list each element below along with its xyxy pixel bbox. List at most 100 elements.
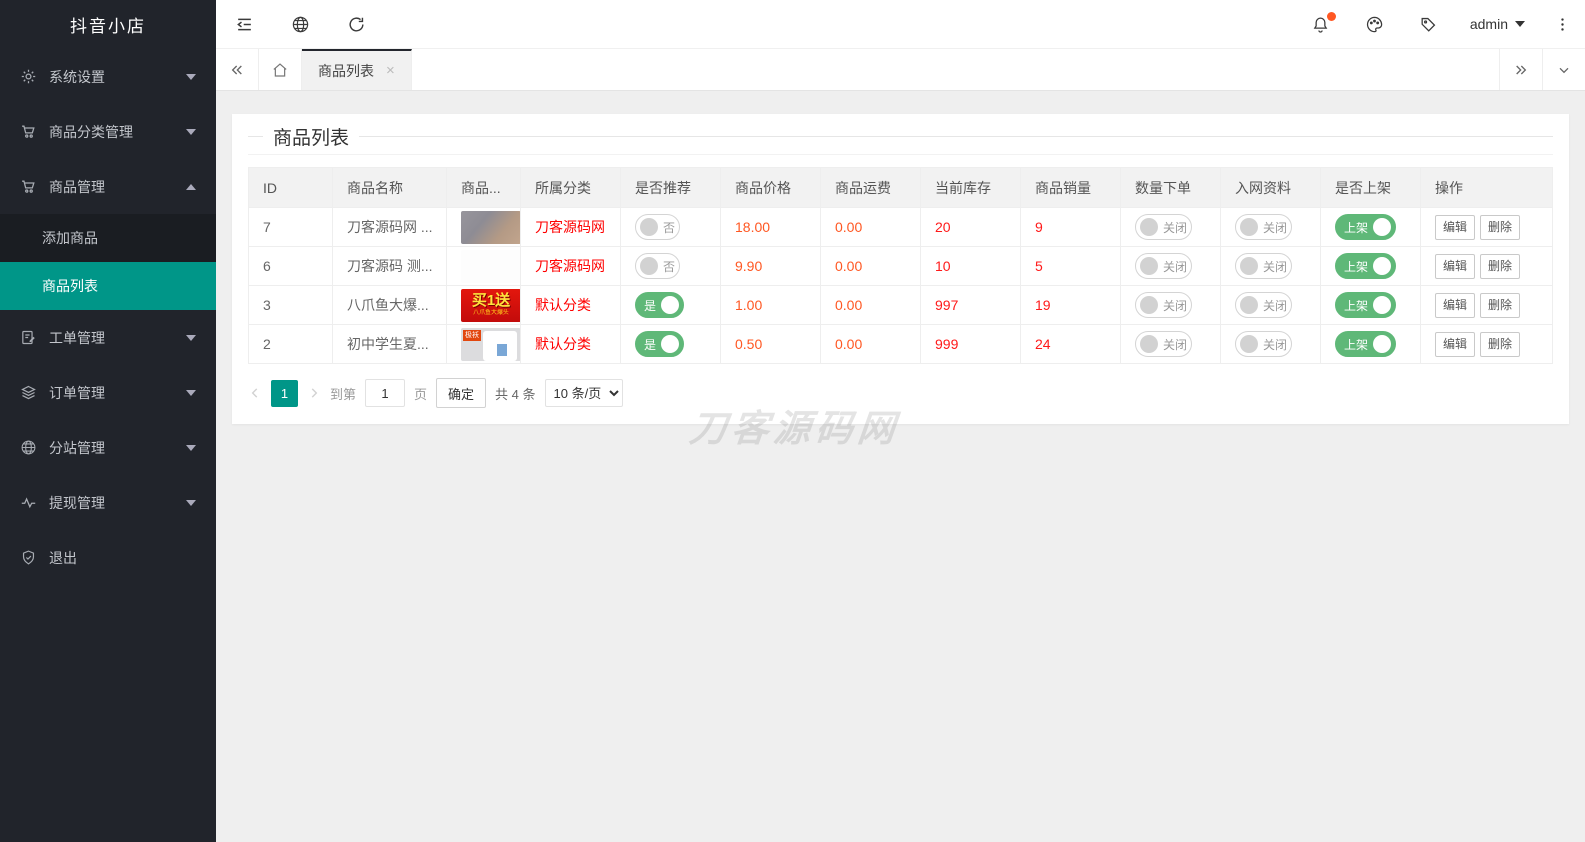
net-info-toggle[interactable]: 关闭 [1235,331,1292,357]
column-header-9: 数量下单 [1121,168,1221,208]
sidebar-item-label: 提现管理 [49,493,186,513]
sidebar-item-7[interactable]: 退出 [0,530,216,585]
cell-quantity-order: 关闭 [1121,286,1221,325]
tabs-menu-chevron-down-icon[interactable] [1542,49,1585,90]
more-options-kebab-icon[interactable] [1539,0,1585,48]
promo-image-subtext: 八爪鱼大爆头 [473,309,509,317]
toggle-knob [1140,218,1158,236]
globe-icon[interactable] [272,0,328,48]
work-order-icon [20,329,37,346]
quantity-order-toggle[interactable]: 关闭 [1135,292,1192,318]
cell-image [447,208,521,247]
cell-quantity-order: 关闭 [1121,247,1221,286]
net-info-toggle[interactable]: 关闭 [1235,292,1292,318]
edit-button[interactable]: 编辑 [1435,254,1475,279]
sidebar-subitem-2-0[interactable]: 添加商品 [0,214,216,262]
toggle-knob [1240,335,1258,353]
edit-button[interactable]: 编辑 [1435,293,1475,318]
edit-button[interactable]: 编辑 [1435,332,1475,357]
sidebar-item-5[interactable]: 分站管理 [0,420,216,475]
edit-button[interactable]: 编辑 [1435,215,1475,240]
notification-bell-icon[interactable] [1294,0,1348,48]
product-image[interactable]: 买1送八爪鱼大爆头 [461,289,521,322]
toggle-knob [661,335,679,353]
recommend-toggle[interactable]: 否 [635,253,680,279]
sidebar-item-label: 退出 [49,548,196,568]
cell-id: 2 [249,325,333,364]
page-number-button[interactable]: 1 [271,380,298,407]
sidebar-item-0[interactable]: 系统设置 [0,49,216,104]
logout-icon [20,549,37,566]
recommend-toggle[interactable]: 是 [635,292,684,318]
cell-price: 1.00 [721,286,821,325]
sidebar-item-4[interactable]: 订单管理 [0,365,216,420]
cell-on-sale: 上架 [1321,247,1421,286]
collapse-sidebar-icon[interactable] [216,0,272,48]
sidebar-item-1[interactable]: 商品分类管理 [0,104,216,159]
goto-page-input[interactable] [365,379,405,407]
cell-freight: 0.00 [821,247,921,286]
confirm-page-button[interactable]: 确定 [436,378,486,408]
recommend-toggle[interactable]: 是 [635,331,684,357]
on-sale-toggle[interactable]: 上架 [1335,253,1396,279]
sidebar-item-label: 商品分类管理 [49,122,186,142]
cell-sales: 5 [1021,247,1121,286]
toggle-knob [1373,218,1391,236]
column-header-0: ID [249,168,333,208]
toggle-label: 上架 [1344,297,1368,314]
home-tab-icon[interactable] [259,49,302,90]
table-header-row: ID商品名称商品...所属分类是否推荐商品价格商品运费当前库存商品销量数量下单入… [249,168,1553,208]
on-sale-toggle[interactable]: 上架 [1335,292,1396,318]
tabs-scroll-right-icon[interactable] [1499,49,1542,90]
toggle-knob [640,257,658,275]
tab-product-list[interactable]: 商品列表 × [302,49,412,90]
app-title: 抖音小店 [0,0,216,49]
refresh-icon[interactable] [328,0,384,48]
cart-icon [20,178,37,195]
tag-icon[interactable] [1402,0,1456,48]
sidebar-subitem-2-1[interactable]: 商品列表 [0,262,216,310]
sidebar-item-2[interactable]: 商品管理 [0,159,216,214]
sidebar-item-3[interactable]: 工单管理 [0,310,216,365]
sidebar-menu: 系统设置商品分类管理商品管理添加商品商品列表工单管理订单管理分站管理提现管理退出 [0,49,216,585]
theme-palette-icon[interactable] [1348,0,1402,48]
delete-button[interactable]: 删除 [1480,254,1520,279]
delete-button[interactable]: 删除 [1480,293,1520,318]
tabs-scroll-left-icon[interactable] [216,49,259,90]
product-image[interactable] [461,211,521,244]
net-info-toggle[interactable]: 关闭 [1235,253,1292,279]
quantity-order-toggle[interactable]: 关闭 [1135,253,1192,279]
chevron-down-icon [1515,21,1525,27]
page-size-select[interactable]: 10 条/页 [545,379,623,407]
tab-label: 商品列表 [318,61,374,81]
user-menu[interactable]: admin [1456,0,1539,48]
cell-category: 刀客源码网 [521,247,621,286]
recommend-toggle[interactable]: 否 [635,214,680,240]
next-page-chevron-right-icon[interactable] [307,386,321,400]
cell-recommend: 否 [621,208,721,247]
net-info-toggle[interactable]: 关闭 [1235,214,1292,240]
product-image[interactable]: 极袄 [461,328,521,361]
chevron-down-icon [186,74,196,80]
cell-on-sale: 上架 [1321,286,1421,325]
product-image[interactable] [461,250,521,283]
on-sale-toggle[interactable]: 上架 [1335,331,1396,357]
prev-page-chevron-left-icon[interactable] [248,386,262,400]
toggle-knob [640,218,658,236]
toggle-label: 关闭 [1263,336,1287,353]
topbar-right: admin [1294,0,1585,48]
sidebar-item-label: 商品管理 [49,177,186,197]
toggle-knob [1140,335,1158,353]
quantity-order-toggle[interactable]: 关闭 [1135,331,1192,357]
cell-image [447,247,521,286]
app-window: 抖音小店 系统设置商品分类管理商品管理添加商品商品列表工单管理订单管理分站管理提… [0,0,1585,842]
delete-button[interactable]: 删除 [1480,215,1520,240]
sidebar-item-6[interactable]: 提现管理 [0,475,216,530]
chevron-down-icon [186,335,196,341]
cell-image: 极袄 [447,325,521,364]
delete-button[interactable]: 删除 [1480,332,1520,357]
on-sale-toggle[interactable]: 上架 [1335,214,1396,240]
column-header-4: 是否推荐 [621,168,721,208]
tab-close-icon[interactable]: × [386,62,395,79]
quantity-order-toggle[interactable]: 关闭 [1135,214,1192,240]
